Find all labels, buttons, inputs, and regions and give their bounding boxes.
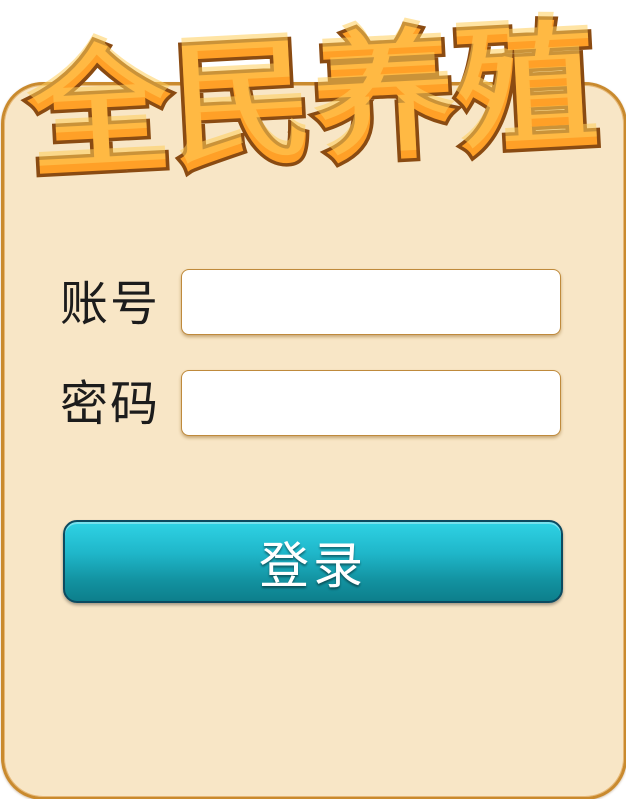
login-screen: 全民养殖 全民养殖 账号 密码 登录 (0, 0, 626, 799)
account-label: 账号 (60, 276, 161, 332)
password-label: 密码 (60, 376, 161, 432)
password-input[interactable] (181, 370, 561, 436)
account-input[interactable] (181, 269, 561, 335)
game-title-logo: 全民养殖 全民养殖 (20, 0, 606, 200)
game-title-highlight: 全民养殖 (23, 0, 602, 190)
login-button-label: 登录 (259, 536, 367, 595)
login-button[interactable]: 登录 (63, 520, 563, 603)
